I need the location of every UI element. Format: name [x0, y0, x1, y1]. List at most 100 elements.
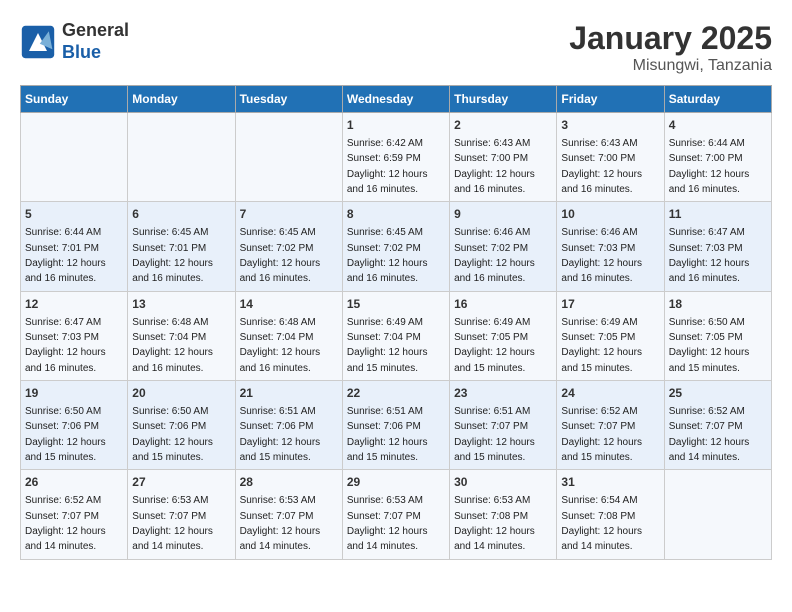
weekday-header-row: SundayMondayTuesdayWednesdayThursdayFrid… — [21, 86, 772, 113]
calendar-week-3: 12 Sunrise: 6:47 AM Sunset: 7:03 PM Dayli… — [21, 291, 772, 380]
weekday-thursday: Thursday — [450, 86, 557, 113]
day-info: Sunrise: 6:43 AM Sunset: 7:00 PM Dayligh… — [561, 138, 642, 195]
calendar-cell: 6Sunrise: 6:45 AM Sunset: 7:01 PM Daylig… — [128, 202, 235, 291]
calendar-cell: 17 Sunrise: 6:49 AM Sunset: 7:05 PM Dayli… — [557, 291, 664, 380]
weekday-sunday: Sunday — [21, 86, 128, 113]
day-number: 30 — [454, 474, 552, 491]
calendar-body: 1 Sunrise: 6:42 AM Sunset: 6:59 PM Daylig… — [21, 113, 772, 560]
calendar-cell: 11 Sunrise: 6:47 AM Sunset: 7:03 PM Dayli… — [664, 202, 771, 291]
calendar-cell — [21, 113, 128, 202]
weekday-friday: Friday — [557, 86, 664, 113]
calendar-cell: 7Sunrise: 6:45 AM Sunset: 7:02 PM Daylig… — [235, 202, 342, 291]
day-number: 28 — [240, 474, 338, 491]
day-number: 5 — [25, 206, 123, 223]
day-number: 22 — [347, 385, 445, 402]
calendar-cell: 10Sunrise: 6:46 AM Sunset: 7:03 PM Dayli… — [557, 202, 664, 291]
day-info: Sunrise: 6:53 AM Sunset: 7:08 PM Dayligh… — [454, 495, 535, 552]
day-info: Sunrise: 6:49 AM Sunset: 7:05 PM Dayligh… — [561, 317, 642, 374]
calendar-cell: 4 Sunrise: 6:44 AM Sunset: 7:00 PM Daylig… — [664, 113, 771, 202]
calendar-cell: 19 Sunrise: 6:50 AM Sunset: 7:06 PM Dayli… — [21, 381, 128, 470]
calendar-cell — [235, 113, 342, 202]
calendar-title: January 2025 — [569, 20, 772, 57]
day-number: 2 — [454, 117, 552, 134]
calendar-cell: 5 Sunrise: 6:44 AM Sunset: 7:01 PM Daylig… — [21, 202, 128, 291]
logo-icon — [20, 24, 56, 60]
day-info: Sunrise: 6:51 AM Sunset: 7:07 PM Dayligh… — [454, 406, 535, 463]
day-info: Sunrise: 6:53 AM Sunset: 7:07 PM Dayligh… — [347, 495, 428, 552]
calendar-cell: 15 Sunrise: 6:49 AM Sunset: 7:04 PM Dayli… — [342, 291, 449, 380]
day-number: 3 — [561, 117, 659, 134]
day-number: 24 — [561, 385, 659, 402]
calendar-cell: 25Sunrise: 6:52 AM Sunset: 7:07 PM Dayli… — [664, 381, 771, 470]
day-number: 4 — [669, 117, 767, 134]
weekday-monday: Monday — [128, 86, 235, 113]
day-info: Sunrise: 6:49 AM Sunset: 7:05 PM Dayligh… — [454, 317, 535, 374]
calendar-cell: 3 Sunrise: 6:43 AM Sunset: 7:00 PM Daylig… — [557, 113, 664, 202]
calendar-cell: 1 Sunrise: 6:42 AM Sunset: 6:59 PM Daylig… — [342, 113, 449, 202]
calendar-cell: 31 Sunrise: 6:54 AM Sunset: 7:08 PM Dayli… — [557, 470, 664, 559]
day-number: 8 — [347, 206, 445, 223]
day-info: Sunrise: 6:50 AM Sunset: 7:05 PM Dayligh… — [669, 317, 750, 374]
day-number: 6 — [132, 206, 230, 223]
day-info: Sunrise: 6:47 AM Sunset: 7:03 PM Dayligh… — [669, 227, 750, 284]
weekday-wednesday: Wednesday — [342, 86, 449, 113]
day-info: Sunrise: 6:48 AM Sunset: 7:04 PM Dayligh… — [132, 317, 213, 374]
day-info: Sunrise: 6:44 AM Sunset: 7:01 PM Dayligh… — [25, 227, 106, 284]
day-number: 23 — [454, 385, 552, 402]
calendar-cell: 21Sunrise: 6:51 AM Sunset: 7:06 PM Dayli… — [235, 381, 342, 470]
day-info: Sunrise: 6:48 AM Sunset: 7:04 PM Dayligh… — [240, 317, 321, 374]
day-info: Sunrise: 6:46 AM Sunset: 7:03 PM Dayligh… — [561, 227, 642, 284]
day-info: Sunrise: 6:47 AM Sunset: 7:03 PM Dayligh… — [25, 317, 106, 374]
day-info: Sunrise: 6:50 AM Sunset: 7:06 PM Dayligh… — [132, 406, 213, 463]
calendar-cell: 26Sunrise: 6:52 AM Sunset: 7:07 PM Dayli… — [21, 470, 128, 559]
day-info: Sunrise: 6:52 AM Sunset: 7:07 PM Dayligh… — [561, 406, 642, 463]
calendar-cell: 30 Sunrise: 6:53 AM Sunset: 7:08 PM Dayli… — [450, 470, 557, 559]
day-info: Sunrise: 6:50 AM Sunset: 7:06 PM Dayligh… — [25, 406, 106, 463]
day-number: 15 — [347, 296, 445, 313]
day-info: Sunrise: 6:52 AM Sunset: 7:07 PM Dayligh… — [25, 495, 106, 552]
calendar-cell: 23 Sunrise: 6:51 AM Sunset: 7:07 PM Dayli… — [450, 381, 557, 470]
day-number: 19 — [25, 385, 123, 402]
calendar-cell: 16 Sunrise: 6:49 AM Sunset: 7:05 PM Dayli… — [450, 291, 557, 380]
calendar-cell: 22 Sunrise: 6:51 AM Sunset: 7:06 PM Dayli… — [342, 381, 449, 470]
calendar-cell: 18Sunrise: 6:50 AM Sunset: 7:05 PM Dayli… — [664, 291, 771, 380]
day-number: 20 — [132, 385, 230, 402]
day-number: 9 — [454, 206, 552, 223]
calendar-subtitle: Misungwi, Tanzania — [569, 57, 772, 75]
day-number: 12 — [25, 296, 123, 313]
calendar-cell: 13 Sunrise: 6:48 AM Sunset: 7:04 PM Dayli… — [128, 291, 235, 380]
logo-general: General — [62, 20, 129, 40]
page-header: General Blue January 2025 Misungwi, Tanz… — [20, 20, 772, 75]
day-info: Sunrise: 6:53 AM Sunset: 7:07 PM Dayligh… — [132, 495, 213, 552]
day-number: 14 — [240, 296, 338, 313]
day-info: Sunrise: 6:43 AM Sunset: 7:00 PM Dayligh… — [454, 138, 535, 195]
calendar-cell: 2 Sunrise: 6:43 AM Sunset: 7:00 PM Daylig… — [450, 113, 557, 202]
title-block: January 2025 Misungwi, Tanzania — [569, 20, 772, 75]
calendar-cell: 29 Sunrise: 6:53 AM Sunset: 7:07 PM Dayli… — [342, 470, 449, 559]
day-info: Sunrise: 6:44 AM Sunset: 7:00 PM Dayligh… — [669, 138, 750, 195]
day-info: Sunrise: 6:53 AM Sunset: 7:07 PM Dayligh… — [240, 495, 321, 552]
day-info: Sunrise: 6:49 AM Sunset: 7:04 PM Dayligh… — [347, 317, 428, 374]
day-info: Sunrise: 6:51 AM Sunset: 7:06 PM Dayligh… — [347, 406, 428, 463]
day-number: 21 — [240, 385, 338, 402]
calendar-cell — [664, 470, 771, 559]
day-number: 31 — [561, 474, 659, 491]
day-number: 27 — [132, 474, 230, 491]
calendar-cell: 28 Sunrise: 6:53 AM Sunset: 7:07 PM Dayli… — [235, 470, 342, 559]
day-number: 17 — [561, 296, 659, 313]
day-number: 11 — [669, 206, 767, 223]
day-number: 29 — [347, 474, 445, 491]
calendar-table: SundayMondayTuesdayWednesdayThursdayFrid… — [20, 85, 772, 560]
calendar-cell — [128, 113, 235, 202]
calendar-cell: 8 Sunrise: 6:45 AM Sunset: 7:02 PM Daylig… — [342, 202, 449, 291]
day-info: Sunrise: 6:52 AM Sunset: 7:07 PM Dayligh… — [669, 406, 750, 463]
day-info: Sunrise: 6:42 AM Sunset: 6:59 PM Dayligh… — [347, 138, 428, 195]
day-info: Sunrise: 6:54 AM Sunset: 7:08 PM Dayligh… — [561, 495, 642, 552]
calendar-cell: 24 Sunrise: 6:52 AM Sunset: 7:07 PM Dayli… — [557, 381, 664, 470]
day-number: 13 — [132, 296, 230, 313]
day-number: 16 — [454, 296, 552, 313]
day-info: Sunrise: 6:45 AM Sunset: 7:02 PM Dayligh… — [347, 227, 428, 284]
weekday-tuesday: Tuesday — [235, 86, 342, 113]
day-number: 1 — [347, 117, 445, 134]
calendar-header: SundayMondayTuesdayWednesdayThursdayFrid… — [21, 86, 772, 113]
